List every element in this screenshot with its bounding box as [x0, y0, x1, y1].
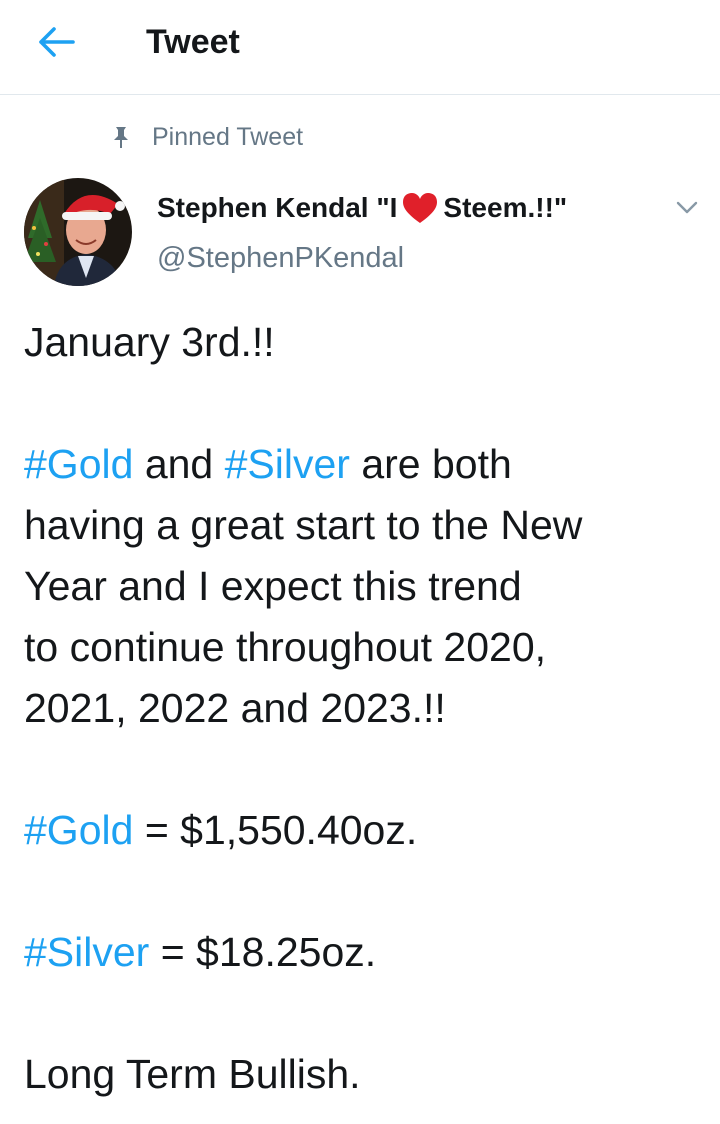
tweet-menu-button[interactable]	[672, 194, 702, 222]
chevron-down-icon	[676, 201, 698, 214]
gold-price-text: = $1,550.40oz.	[133, 807, 418, 853]
top-bar: Tweet	[0, 0, 720, 95]
tweet-text-span: are both	[349, 441, 512, 487]
tweet-line: 2021, 2022 and 2023.!!	[24, 685, 446, 731]
author-handle[interactable]: @StephenPKendal	[157, 238, 567, 278]
tweet-line: to continue throughout 2020,	[24, 624, 547, 670]
author-name-part2: Steem.!!"	[443, 192, 568, 223]
hashtag-gold[interactable]: #Gold	[24, 441, 133, 487]
author-block: Stephen Kendal "I Steem.!!" @StephenPKen…	[157, 188, 567, 278]
gold-price-line: #Gold = $1,550.40oz.	[24, 800, 704, 861]
author-name[interactable]: Stephen Kendal "I Steem.!!"	[157, 188, 567, 228]
arrow-left-icon	[39, 27, 75, 57]
tweet-line: January 3rd.!!	[24, 319, 275, 365]
tweet-line: Year and I expect this trend	[24, 563, 522, 609]
hashtag-silver[interactable]: #Silver	[225, 441, 350, 487]
tweet-text-span: and	[133, 441, 225, 487]
pin-icon	[114, 127, 128, 148]
author-name-part1: Stephen Kendal "I	[157, 192, 398, 223]
page-title: Tweet	[146, 23, 240, 61]
pinned-label: Pinned Tweet	[152, 122, 304, 151]
pinned-tweet-indicator: Pinned Tweet	[108, 118, 303, 156]
avatar-image	[24, 178, 132, 286]
tweet-line: having a great start to the New	[24, 502, 583, 548]
silver-price-line: #Silver = $18.25oz.	[24, 922, 704, 983]
heart-icon	[403, 193, 438, 223]
tweet-text: January 3rd.!! #Gold and #Silver are bot…	[24, 312, 704, 1105]
tweet-line: Long Term Bullish.	[24, 1051, 361, 1097]
tweet-paragraph: #Gold and #Silver are both	[24, 434, 704, 495]
back-button[interactable]	[34, 22, 78, 62]
silver-price-text: = $18.25oz.	[149, 929, 377, 975]
avatar[interactable]	[24, 178, 132, 286]
hashtag-silver[interactable]: #Silver	[24, 929, 149, 975]
hashtag-gold[interactable]: #Gold	[24, 807, 133, 853]
